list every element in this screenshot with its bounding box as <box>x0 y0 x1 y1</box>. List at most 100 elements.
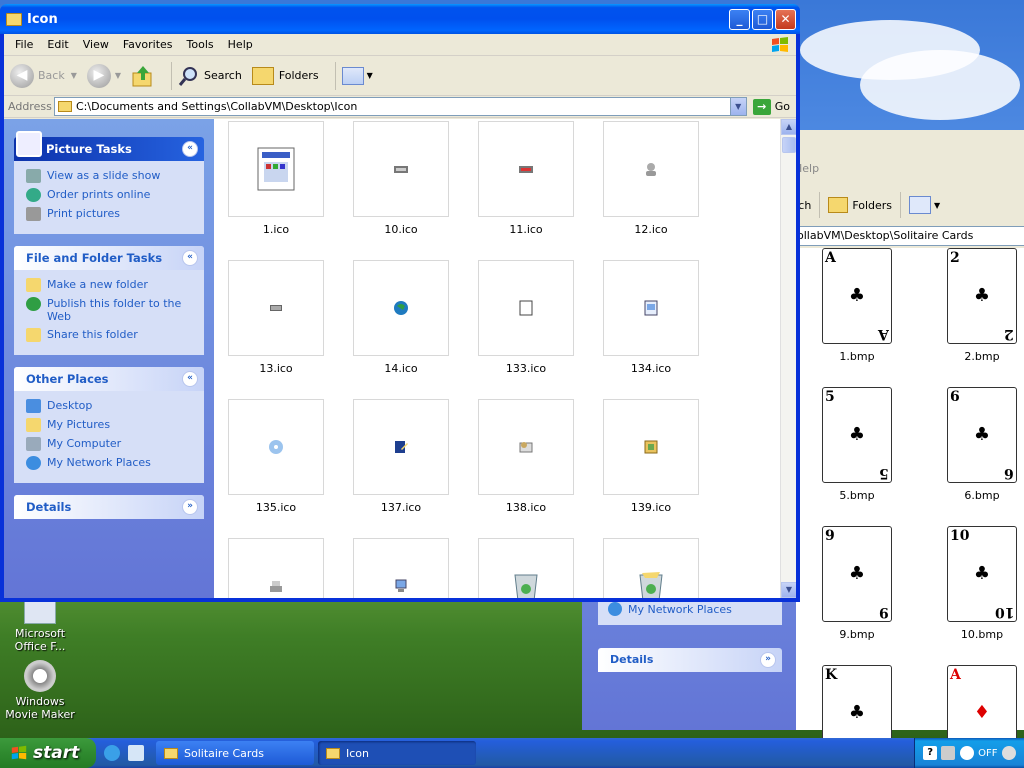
network-icon[interactable] <box>941 746 956 760</box>
task-slide-show[interactable]: View as a slide show <box>26 169 194 183</box>
back-details-header[interactable]: Details » <box>598 648 782 672</box>
file-tile[interactable]: 137.ico <box>352 399 450 514</box>
minimize-button[interactable]: _ <box>729 9 750 30</box>
chevron-up-icon[interactable]: « <box>182 371 198 387</box>
start-button[interactable]: start <box>0 738 96 768</box>
file-thumb <box>228 260 324 356</box>
file-tile[interactable] <box>477 538 575 598</box>
computer-icon <box>26 437 41 451</box>
file-tile[interactable]: 138.ico <box>477 399 575 514</box>
card-tile[interactable]: 9 ♣ 9 9.bmp <box>808 526 906 641</box>
scanner-icon <box>270 581 282 592</box>
chevron-down-icon[interactable]: ▼ <box>367 71 373 80</box>
menu-edit[interactable]: Edit <box>40 38 75 51</box>
chevron-left-icon[interactable] <box>959 746 974 760</box>
file-tile[interactable]: 11.ico <box>477 121 575 236</box>
maximize-button[interactable]: □ <box>752 9 773 30</box>
back-button[interactable]: ◀ Back ▼ <box>10 63 77 88</box>
other-places-header[interactable]: Other Places « <box>14 367 204 391</box>
scroll-up-button[interactable]: ▲ <box>781 119 796 135</box>
card-tile[interactable]: 10 ♣ 10 10.bmp <box>933 526 1024 641</box>
chevron-down-icon[interactable]: ▼ <box>115 71 121 80</box>
show-desktop-icon[interactable] <box>128 745 144 761</box>
folders-button[interactable]: Folders <box>852 199 892 212</box>
file-thumb <box>353 538 449 598</box>
card-tile[interactable]: 2 ♣ 2 2.bmp <box>933 248 1024 363</box>
file-tile[interactable] <box>352 538 450 598</box>
file-thumb <box>478 121 574 217</box>
chevron-down-icon[interactable]: ▼ <box>71 71 77 80</box>
file-thumb <box>478 260 574 356</box>
chevron-down-icon[interactable]: » <box>760 652 776 668</box>
chevron-down-icon[interactable]: ▼ <box>729 98 746 115</box>
file-folder-tasks-header[interactable]: File and Folder Tasks « <box>14 246 204 270</box>
file-tile[interactable]: 10.ico <box>352 121 450 236</box>
scroll-thumb[interactable] <box>782 137 796 153</box>
forward-button[interactable]: ▶ ▼ <box>86 63 121 88</box>
file-tile[interactable] <box>602 538 700 598</box>
card-tile[interactable]: 5 ♣ 5 5.bmp <box>808 387 906 502</box>
task-print-pictures[interactable]: Print pictures <box>26 207 194 221</box>
place-my-pictures[interactable]: My Pictures <box>26 418 194 432</box>
title-bar[interactable]: Icon _ □ ✕ <box>0 4 800 34</box>
task-order-prints[interactable]: Order prints online <box>26 188 194 202</box>
address-input[interactable]: C:\Documents and Settings\CollabVM\Deskt… <box>54 97 747 116</box>
desktop-icon-movie-maker[interactable]: Windows Movie Maker <box>0 660 80 721</box>
menu-view[interactable]: View <box>76 38 116 51</box>
file-tile[interactable]: 134.ico <box>602 260 700 375</box>
up-folder-button[interactable] <box>131 64 155 88</box>
views-icon <box>341 66 364 85</box>
back-address[interactable]: ollabVM\Desktop\Solitaire Cards <box>794 226 1024 246</box>
views-icon[interactable] <box>909 196 932 214</box>
file-thumb <box>353 121 449 217</box>
menu-favorites[interactable]: Favorites <box>116 38 180 51</box>
task-share-folder[interactable]: Share this folder <box>26 328 194 342</box>
card-tile[interactable]: A ♣ A 1.bmp <box>808 248 906 363</box>
window-body: File Edit View Favorites Tools Help ◀ Ba… <box>4 34 796 598</box>
scroll-down-button[interactable]: ▼ <box>781 582 796 598</box>
task-publish-web[interactable]: Publish this folder to the Web <box>26 297 194 323</box>
file-tile[interactable]: 1.ico <box>227 121 325 236</box>
vertical-scrollbar[interactable]: ▲ ▼ <box>780 119 796 598</box>
place-my-computer[interactable]: My Computer <box>26 437 194 451</box>
file-name: 137.ico <box>380 501 422 514</box>
file-tile[interactable]: 13.ico <box>227 260 325 375</box>
search-button[interactable]: Search <box>178 65 242 87</box>
file-tile[interactable]: 135.ico <box>227 399 325 514</box>
go-button[interactable]: → Go <box>747 98 796 115</box>
file-tile[interactable]: 12.ico <box>602 121 700 236</box>
chevron-up-icon[interactable]: « <box>182 141 198 157</box>
task-new-folder[interactable]: Make a new folder <box>26 278 194 292</box>
views-button[interactable]: ▼ <box>341 66 373 85</box>
file-tile[interactable] <box>227 538 325 598</box>
folders-button[interactable]: Folders <box>251 66 319 85</box>
address-value: C:\Documents and Settings\CollabVM\Deskt… <box>76 100 358 113</box>
folder-icon <box>326 747 340 759</box>
internet-explorer-icon[interactable] <box>104 745 120 761</box>
menu-file[interactable]: File <box>8 38 40 51</box>
file-tile[interactable]: 139.ico <box>602 399 700 514</box>
card-thumb: 10 ♣ 10 <box>947 526 1017 622</box>
picture-tasks-header[interactable]: Picture Tasks « <box>14 131 204 161</box>
taskbar-item-icon[interactable]: Icon <box>318 741 476 765</box>
file-name: 138.ico <box>505 501 547 514</box>
icon-window[interactable]: Icon _ □ ✕ File Edit View Favorites Tool… <box>0 4 800 602</box>
power-icon[interactable] <box>1001 746 1016 760</box>
chevron-down-icon[interactable]: » <box>182 499 198 515</box>
taskbar-item-solitaire-cards[interactable]: Solitaire Cards <box>156 741 314 765</box>
menu-tools[interactable]: Tools <box>180 38 221 51</box>
file-tile[interactable]: 14.ico <box>352 260 450 375</box>
close-button[interactable]: ✕ <box>775 9 796 30</box>
chevron-up-icon[interactable]: « <box>182 250 198 266</box>
file-tile[interactable]: 133.ico <box>477 260 575 375</box>
place-my-network[interactable]: My Network Places <box>26 456 194 470</box>
file-thumb <box>478 399 574 495</box>
place-desktop[interactable]: Desktop <box>26 399 194 413</box>
menu-help[interactable]: Help <box>221 38 260 51</box>
help-icon[interactable]: ? <box>923 746 938 760</box>
new-folder-icon <box>26 278 41 292</box>
chevron-down-icon[interactable]: ▼ <box>934 201 940 210</box>
details-header[interactable]: Details » <box>14 495 204 519</box>
card-tile[interactable]: 6 ♣ 6 6.bmp <box>933 387 1024 502</box>
file-name: 135.ico <box>255 501 297 514</box>
